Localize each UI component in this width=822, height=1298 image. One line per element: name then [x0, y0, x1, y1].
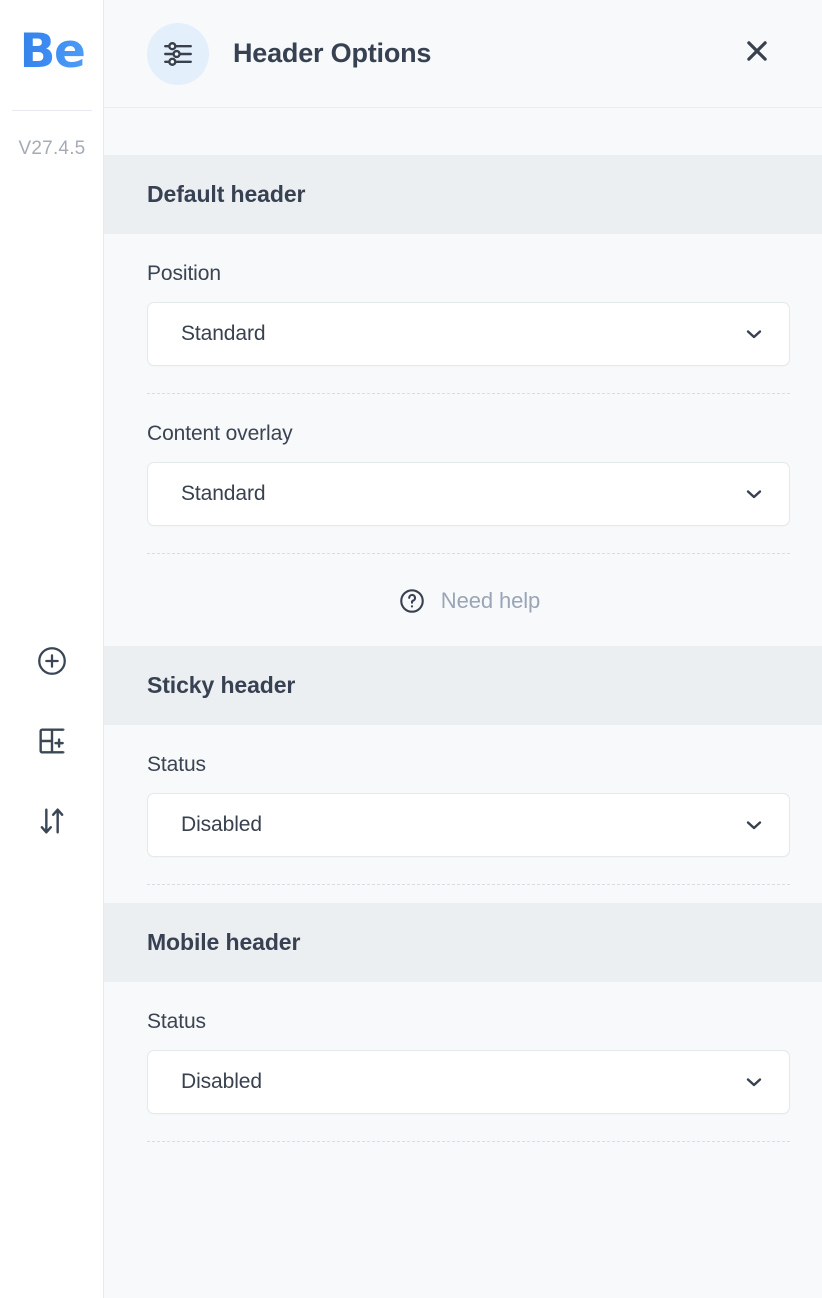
field-label: Status: [147, 753, 206, 776]
top-spacer: [104, 109, 822, 155]
field-label: Status: [147, 1010, 206, 1033]
rail-tools: [0, 638, 104, 844]
page-title: Header Options: [233, 38, 432, 68]
field-mobile-status: Status Disabled: [147, 982, 790, 1142]
chevron-down-icon: [741, 321, 767, 347]
section-body-default-header: Position Standard Content overlay Standa…: [104, 234, 822, 646]
field-position: Position Standard: [147, 234, 790, 394]
rail-divider: [12, 110, 92, 111]
app-root: Be V27.4.5 Header Options Default header…: [0, 0, 822, 1298]
field-content-overlay: Content overlay Standard: [147, 394, 790, 554]
section-title-sticky-header: Sticky header: [104, 646, 822, 725]
field-sticky-status: Status Disabled: [147, 725, 790, 885]
select-value: Disabled: [181, 1070, 262, 1093]
plus-circle-icon: [35, 644, 69, 678]
need-help-link[interactable]: Need help: [147, 554, 790, 646]
section-body-sticky-header: Status Disabled: [104, 725, 822, 903]
section-title-mobile-header: Mobile header: [104, 903, 822, 982]
brand-logo: Be: [0, 28, 104, 75]
options-panel: Header Options Default header Position S…: [104, 0, 822, 1298]
close-button[interactable]: [734, 31, 780, 77]
close-icon: [742, 36, 772, 71]
chevron-down-icon: [741, 481, 767, 507]
chevron-down-icon: [741, 1069, 767, 1095]
section-title-default-header: Default header: [104, 155, 822, 234]
mobile-status-select[interactable]: Disabled: [147, 1050, 790, 1114]
position-select[interactable]: Standard: [147, 302, 790, 366]
select-value: Disabled: [181, 813, 262, 836]
layout-add-icon: [35, 724, 69, 758]
question-circle-icon: [397, 586, 427, 616]
field-label: Position: [147, 262, 221, 285]
add-section-button[interactable]: [29, 718, 75, 764]
section-body-mobile-header: Status Disabled: [104, 982, 822, 1202]
sliders-icon: [147, 22, 209, 85]
left-rail: Be V27.4.5: [0, 0, 104, 1298]
field-label: Content overlay: [147, 422, 293, 445]
chevron-down-icon: [741, 812, 767, 838]
sticky-status-select[interactable]: Disabled: [147, 793, 790, 857]
panel-header: Header Options: [104, 0, 822, 108]
version-label: V27.4.5: [18, 138, 86, 159]
bottom-spacer: [147, 1142, 790, 1202]
panel-scroll-body: Default header Position Standard Content…: [104, 109, 822, 1298]
select-value: Standard: [181, 482, 266, 505]
add-element-button[interactable]: [29, 638, 75, 684]
reorder-button[interactable]: [29, 798, 75, 844]
select-value: Standard: [181, 322, 266, 345]
sort-arrows-icon: [35, 804, 69, 838]
need-help-label: Need help: [440, 588, 541, 613]
content-overlay-select[interactable]: Standard: [147, 462, 790, 526]
